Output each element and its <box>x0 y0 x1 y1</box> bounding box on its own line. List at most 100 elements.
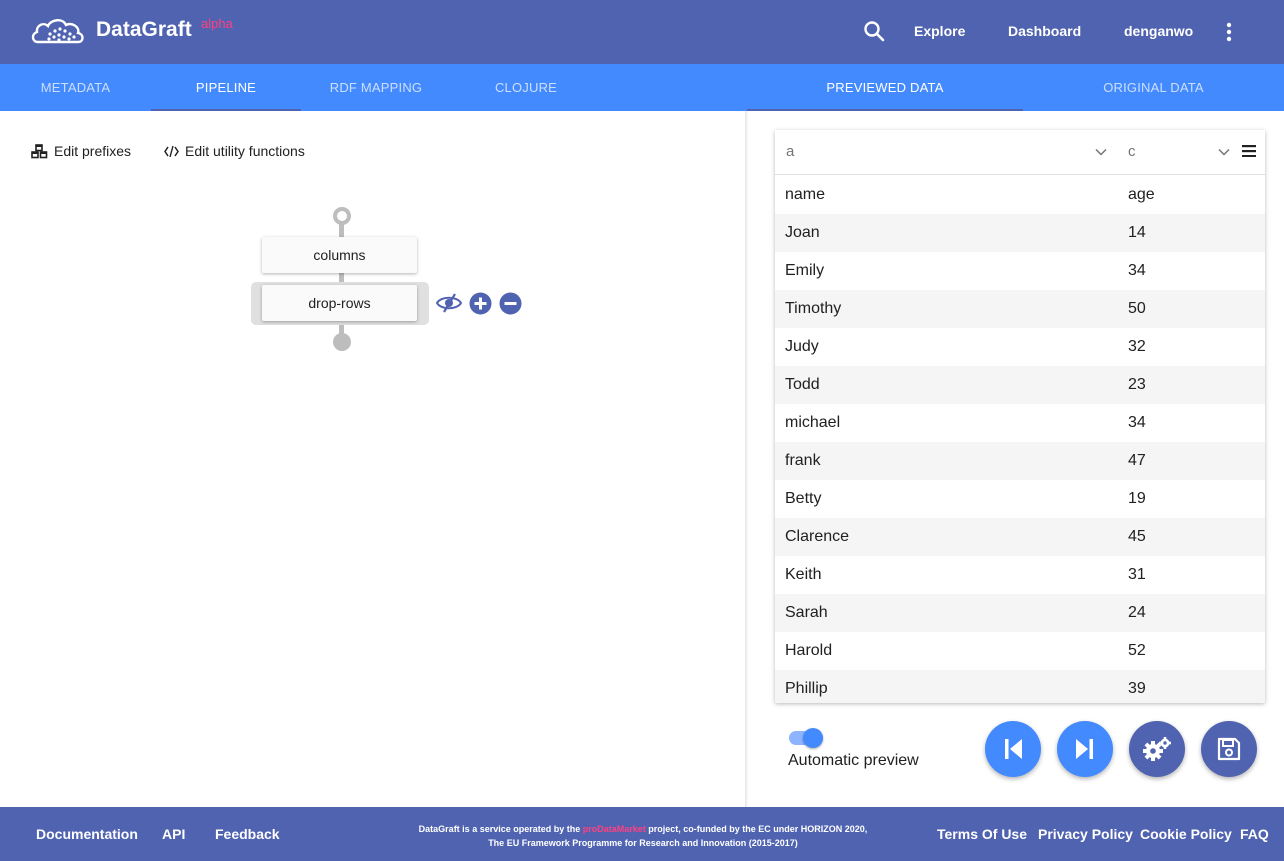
data-tab-bar: PREVIEWED DATA ORIGINAL DATA <box>747 64 1284 111</box>
tab-metadata[interactable]: METADATA <box>0 64 151 111</box>
table-cell: Harold <box>785 642 833 659</box>
pipeline-panel: Edit prefixes Edit utility functions col… <box>0 111 747 807</box>
edit-utility-functions-button[interactable]: Edit utility functions <box>164 143 305 159</box>
table-cell: Joan <box>785 224 820 241</box>
nav-user[interactable]: denganwo <box>1124 23 1193 39</box>
table-row: Betty 19 <box>775 480 1265 518</box>
previous-step-button[interactable] <box>985 721 1041 777</box>
table-cell: age <box>1128 186 1155 203</box>
table-cell: Phillip <box>785 680 828 697</box>
save-icon <box>1217 737 1241 761</box>
table-row: Clarence 45 <box>775 518 1265 556</box>
column-select-a[interactable]: a <box>786 143 794 160</box>
table-row: name age <box>775 176 1265 214</box>
nav-dashboard[interactable]: Dashboard <box>1008 23 1081 39</box>
add-circle-icon[interactable] <box>469 292 492 315</box>
panel-divider <box>745 111 748 807</box>
table-cell: 52 <box>1128 642 1146 659</box>
chevron-down-icon[interactable] <box>1095 148 1107 156</box>
table-cell: 34 <box>1128 414 1146 431</box>
code-icon <box>164 145 179 157</box>
table-row: Todd 23 <box>775 366 1265 404</box>
table-cell: Judy <box>785 338 819 355</box>
tab-previewed-data[interactable]: PREVIEWED DATA <box>747 64 1023 111</box>
table-cell: 19 <box>1128 490 1146 507</box>
tab-rdf-mapping[interactable]: RDF MAPPING <box>301 64 451 111</box>
table-row: Emily 34 <box>775 252 1265 290</box>
table-cell: michael <box>785 414 841 431</box>
footer-link-documentation[interactable]: Documentation <box>36 826 138 842</box>
table-row: Phillip 39 <box>775 670 1265 703</box>
pipeline-end-node <box>333 333 351 351</box>
save-button[interactable] <box>1201 721 1257 777</box>
column-select-c[interactable]: c <box>1128 143 1136 160</box>
table-cell: Todd <box>785 376 820 393</box>
tab-clojure[interactable]: CLOJURE <box>451 64 601 111</box>
previewed-data-table[interactable]: a c name age Joan 14 Emily 34 Timothy 50… <box>775 130 1265 703</box>
table-row: michael 34 <box>775 404 1265 442</box>
settings-button[interactable] <box>1129 721 1185 777</box>
table-cell: 47 <box>1128 452 1146 469</box>
more-vert-icon[interactable] <box>1220 20 1238 44</box>
table-row: Joan 14 <box>775 214 1265 252</box>
footer-link-cookie[interactable]: Cookie Policy <box>1140 826 1232 842</box>
table-row: Timothy 50 <box>775 290 1265 328</box>
cloud-logo-icon <box>31 19 84 44</box>
footer-link-terms[interactable]: Terms Of Use <box>937 826 1027 842</box>
table-cell: Sarah <box>785 604 828 621</box>
footer-link-faq[interactable]: FAQ <box>1240 826 1269 842</box>
footer-notice-text: DataGraft is a service operated by the <box>418 824 583 834</box>
automatic-preview-label: Automatic preview <box>788 752 919 769</box>
visibility-off-icon[interactable] <box>436 293 462 313</box>
search-icon[interactable] <box>862 19 886 43</box>
table-row: Harold 52 <box>775 632 1265 670</box>
table-cell: Keith <box>785 566 822 583</box>
tab-pipeline[interactable]: PIPELINE <box>151 64 301 111</box>
table-row: Sarah 24 <box>775 594 1265 632</box>
chevron-down-icon[interactable] <box>1218 148 1230 156</box>
table-cell: 34 <box>1128 262 1146 279</box>
table-cell: Emily <box>785 262 825 279</box>
settings-icon <box>1143 737 1171 761</box>
table-cell: 50 <box>1128 300 1146 317</box>
table-row: Keith 31 <box>775 556 1265 594</box>
table-cell: 31 <box>1128 566 1146 583</box>
footer-link-feedback[interactable]: Feedback <box>215 826 280 842</box>
remove-circle-icon[interactable] <box>499 292 522 315</box>
pipeline-step-drop-rows[interactable]: drop-rows <box>262 285 417 321</box>
table-cell: 45 <box>1128 528 1146 545</box>
edit-prefixes-label: Edit prefixes <box>54 143 132 159</box>
menu-icon[interactable] <box>1242 145 1256 157</box>
brand-name[interactable]: DataGraft <box>96 18 192 42</box>
toggle-thumb <box>803 728 823 748</box>
table-cell: Timothy <box>785 300 842 317</box>
top-app-bar: DataGraft alpha Explore Dashboard dengan… <box>0 0 1284 64</box>
tab-original-data[interactable]: ORIGINAL DATA <box>1023 64 1284 111</box>
cubes-icon <box>31 143 48 158</box>
next-step-button[interactable] <box>1057 721 1113 777</box>
edit-prefixes-button[interactable]: Edit prefixes <box>31 143 131 159</box>
pipeline-step-columns[interactable]: columns <box>262 237 417 273</box>
footer-link-api[interactable]: API <box>162 826 185 842</box>
table-cell: name <box>785 186 826 203</box>
table-cell: 39 <box>1128 680 1146 697</box>
automatic-preview-toggle[interactable] <box>789 728 825 748</box>
footer: Documentation API Feedback DataGraft is … <box>0 807 1284 861</box>
footer-link-privacy[interactable]: Privacy Policy <box>1038 826 1133 842</box>
tab-active-indicator <box>747 109 1023 111</box>
nav-explore[interactable]: Explore <box>914 23 965 39</box>
table-cell: frank <box>785 452 821 469</box>
pipeline-start-node <box>333 207 351 225</box>
table-cell: 32 <box>1128 338 1146 355</box>
table-cell: 24 <box>1128 604 1146 621</box>
table-row: frank 47 <box>775 442 1265 480</box>
footer-prodatamarket-link[interactable]: proDataMarket <box>583 824 646 834</box>
edit-utility-functions-label: Edit utility functions <box>185 143 305 159</box>
table-cell: Betty <box>785 490 822 507</box>
table-column-selectors: a c <box>775 130 1265 175</box>
table-row: Judy 32 <box>775 328 1265 366</box>
pipeline-tab-bar: METADATA PIPELINE RDF MAPPING CLOJURE <box>0 64 747 111</box>
skip-next-icon <box>1076 739 1093 759</box>
brand-tag: alpha <box>201 16 233 31</box>
table-cell: 14 <box>1128 224 1146 241</box>
